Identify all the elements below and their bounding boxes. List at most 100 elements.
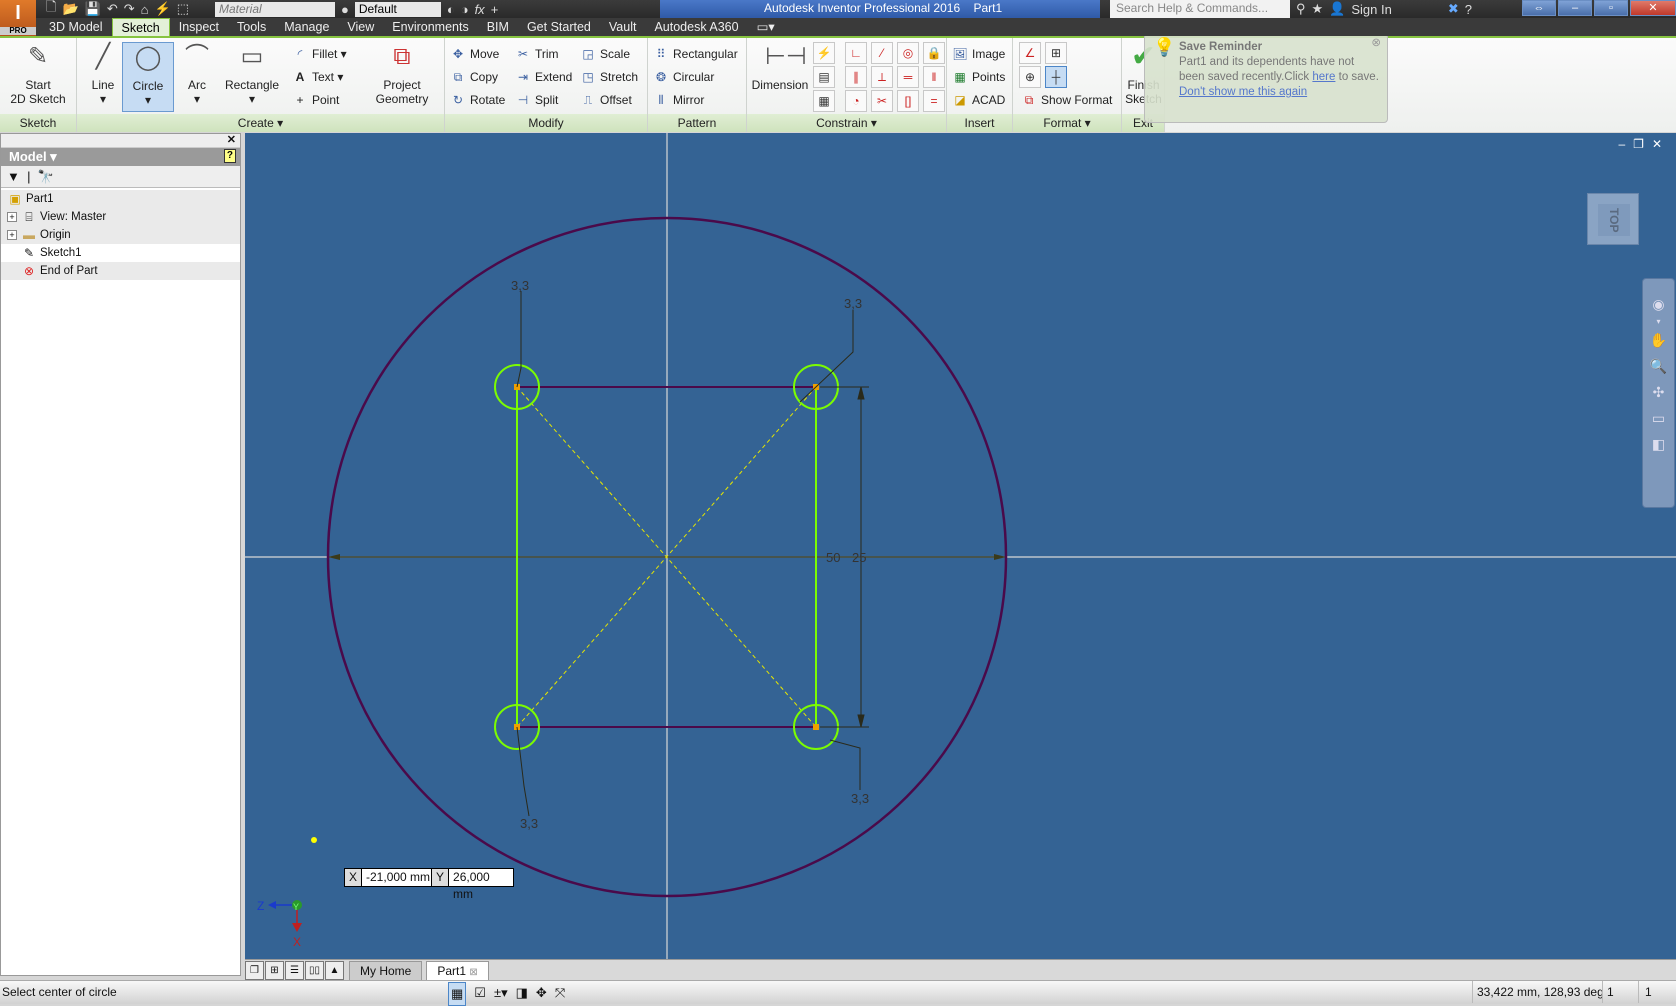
copy-button[interactable]: ⧉ Copy	[450, 67, 498, 87]
tab-autodesk-a360[interactable]: Autodesk A360	[645, 18, 747, 36]
show-constraints-icon[interactable]: ▤	[813, 66, 835, 88]
tab-vault[interactable]: Vault	[600, 18, 646, 36]
browser-close-icon[interactable]: ✕	[1, 134, 240, 148]
panel-label[interactable]: Format ▾	[1013, 114, 1121, 132]
restore-button[interactable]: ▫	[1594, 0, 1628, 16]
tree-item-part1[interactable]: ▣ Part1	[1, 190, 240, 208]
image-button[interactable]: 🖼 Image	[952, 44, 1005, 64]
scale-button[interactable]: ◲ Scale	[580, 44, 630, 64]
dimension-50[interactable]: 50	[826, 550, 840, 565]
minimize-button[interactable]: –	[1558, 0, 1592, 16]
trim-button[interactable]: ✂ Trim	[515, 44, 559, 64]
tab-part1[interactable]: Part1 ⊠	[426, 961, 489, 980]
help-icon[interactable]: ?	[1465, 2, 1472, 17]
tab-inspect[interactable]: Inspect	[170, 18, 228, 36]
restore-icon[interactable]: ❐	[1633, 137, 1652, 151]
parallel-icon[interactable]: ∥	[845, 66, 867, 88]
favorites-icon[interactable]: ★	[1312, 1, 1324, 17]
tangent-icon[interactable]: ◔	[845, 90, 867, 112]
circle-button[interactable]: ◯ Circle ▾	[122, 42, 174, 112]
rectangle-button[interactable]: ▭ Rectangle ▾	[219, 42, 285, 106]
sign-in-button[interactable]: Sign In	[1351, 2, 1391, 17]
arc-button[interactable]: ⌒ Arc ▾	[177, 42, 217, 106]
switch-icon[interactable]: ⇔	[1522, 0, 1556, 16]
rectangular-pattern-button[interactable]: ⠿ Rectangular	[653, 44, 738, 64]
tree-item-origin[interactable]: + ▬ Origin	[1, 226, 240, 244]
tree-item-view-master[interactable]: + ⌸ View: Master	[1, 208, 240, 226]
close-tab-icon[interactable]: ⊠	[469, 967, 477, 978]
graphics-window[interactable]: 50 25 3,3 3,3 3,3 3,3 Z X Y X -21,000 mm…	[245, 133, 1676, 959]
constraint-inference-icon[interactable]: ⤧	[555, 982, 565, 1006]
tab-sketch[interactable]: Sketch	[111, 18, 170, 36]
parameters-icon[interactable]: fx	[475, 2, 485, 17]
constraint-settings-icon[interactable]: ▦	[813, 90, 835, 112]
panel-label[interactable]: Create ▾	[77, 114, 444, 132]
relax-mode-icon[interactable]: ✥	[536, 982, 547, 1006]
pan-icon[interactable]: ✋	[1643, 327, 1674, 353]
view-face-icon[interactable]: ◧	[1643, 431, 1674, 457]
dimension-radius[interactable]: 3,3	[851, 791, 869, 806]
tab-bim[interactable]: BIM	[478, 18, 518, 36]
horizontal-icon[interactable]: ═	[897, 66, 919, 88]
circular-pattern-button[interactable]: ❂ Circular	[653, 67, 714, 87]
offset-button[interactable]: ⎍ Offset	[580, 90, 632, 110]
dimension-radius[interactable]: 3,3	[511, 278, 529, 293]
perpendicular-icon[interactable]: ⟂	[871, 66, 893, 88]
look-at-icon[interactable]: ▭	[1643, 405, 1674, 431]
stretch-button[interactable]: ◳ Stretch	[580, 67, 638, 87]
dimension-radius[interactable]: 3,3	[844, 296, 862, 311]
undo-icon[interactable]: ↶	[107, 1, 118, 17]
panel-options-icon[interactable]: ▭▾	[748, 18, 784, 36]
vertical-icon[interactable]: ‖	[923, 66, 945, 88]
snap-grid-icon[interactable]: ▦	[448, 982, 467, 1006]
tab-3d-model[interactable]: 3D Model	[40, 18, 112, 36]
mirror-button[interactable]: ⫴ Mirror	[653, 90, 704, 110]
tab-list-icon[interactable]: ▲	[325, 961, 344, 980]
tab-my-home[interactable]: My Home	[349, 961, 423, 980]
zoom-icon[interactable]: 🔍	[1643, 353, 1674, 379]
move-button[interactable]: ✥ Move	[450, 44, 499, 64]
expand-icon[interactable]: +	[7, 230, 17, 240]
material-dropdown[interactable]: Material	[214, 1, 335, 17]
show-format-button[interactable]: ⧉ Show Format	[1021, 90, 1113, 110]
split-button[interactable]: ⊣ Split	[515, 90, 559, 110]
panel-label[interactable]: Constrain ▾	[747, 114, 946, 132]
help-icon[interactable]: ?	[223, 149, 236, 163]
extend-button[interactable]: ⇥ Extend	[515, 67, 572, 87]
sketch-canvas[interactable]: 50 25 3,3 3,3 3,3 3,3 Z X Y	[245, 133, 1676, 959]
tile-icon[interactable]: ⊞	[265, 961, 284, 980]
tree-item-end-of-part[interactable]: ⊗ End of Part	[1, 262, 240, 280]
infer-constraints-icon[interactable]: ☑	[474, 982, 486, 1006]
tab-environments[interactable]: Environments	[383, 18, 477, 36]
show-dof-icon[interactable]: ◨	[516, 982, 528, 1006]
coincident-icon[interactable]: ∟	[845, 42, 867, 64]
relax-dimension-icon[interactable]: ±▾	[494, 982, 508, 1006]
concentric-icon[interactable]: ◎	[897, 42, 919, 64]
fillet-button[interactable]: ◜ Fillet ▾	[292, 44, 347, 64]
tab-view[interactable]: View	[338, 18, 383, 36]
rotate-button[interactable]: ↻ Rotate	[450, 90, 505, 110]
save-here-link[interactable]: here	[1312, 71, 1335, 83]
close-button[interactable]: ✕	[1630, 0, 1676, 16]
fix-icon[interactable]: 🔒	[923, 42, 945, 64]
home-icon[interactable]: ⌂	[141, 2, 149, 17]
minimize-icon[interactable]: –	[1618, 137, 1633, 151]
tab-manage[interactable]: Manage	[275, 18, 338, 36]
cascade-icon[interactable]: ❐	[245, 961, 264, 980]
equal-icon[interactable]: =	[923, 90, 945, 112]
tile-vertical-icon[interactable]: ▯▯	[305, 961, 324, 980]
close-icon[interactable]: ✕	[1652, 137, 1670, 151]
close-reminder-icon[interactable]: ⊗	[1371, 36, 1381, 51]
y-coordinate-field[interactable]: 26,000 mm	[449, 869, 513, 901]
filter-icon[interactable]: ▼	[7, 169, 20, 184]
expand-icon[interactable]: +	[7, 212, 17, 222]
appearance-dropdown[interactable]: Default	[354, 1, 441, 17]
new-icon[interactable]: 🗋	[46, 0, 56, 20]
driven-dimension-icon[interactable]: ⊞	[1045, 42, 1067, 64]
save-icon[interactable]: 💾	[85, 1, 101, 17]
select-icon[interactable]: ⬚	[177, 1, 189, 17]
collinear-icon[interactable]: ⁄	[871, 42, 893, 64]
auto-dimension-icon[interactable]: ⚡	[813, 42, 835, 64]
communication-center-icon[interactable]: ⚲	[1296, 1, 1306, 17]
centerline-icon[interactable]: ┼	[1045, 66, 1067, 88]
